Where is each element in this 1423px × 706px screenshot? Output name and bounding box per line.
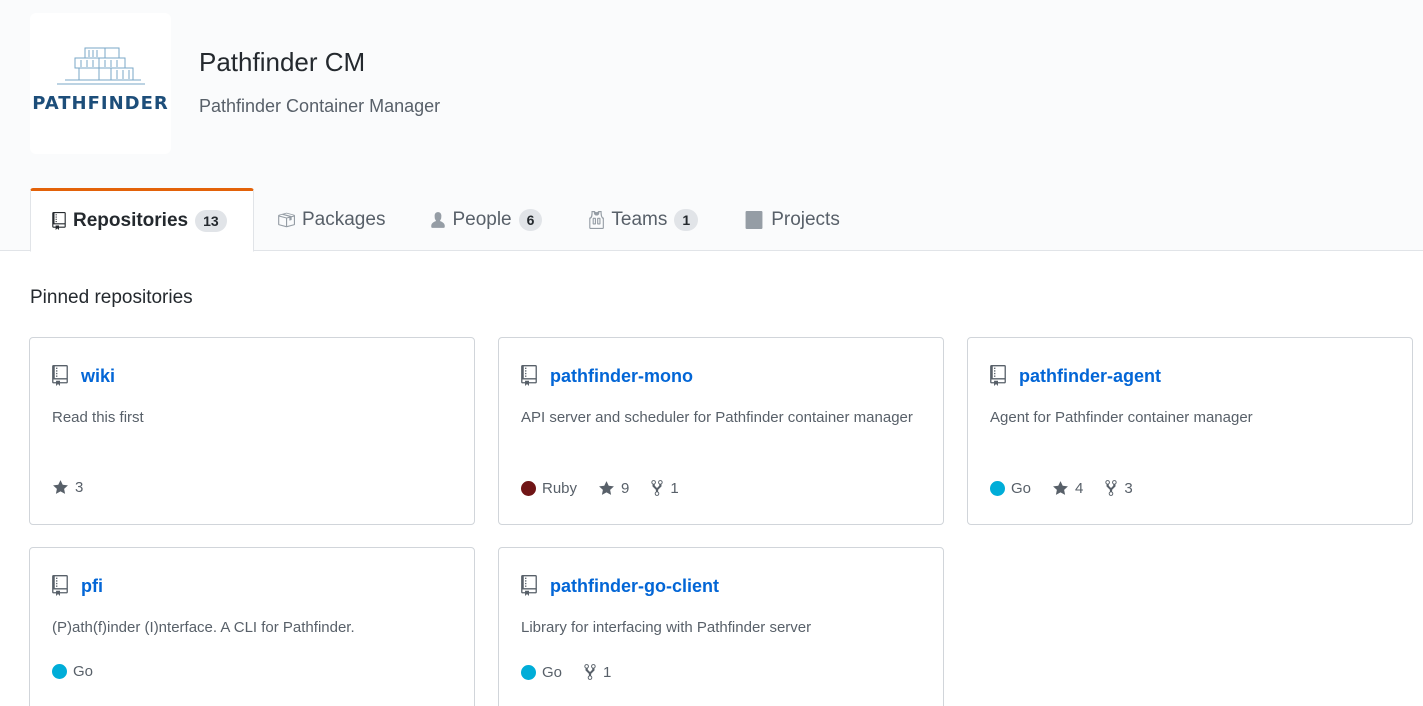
- tab-projects[interactable]: Projects: [721, 188, 863, 252]
- project-icon: [744, 211, 764, 229]
- repo-stars[interactable]: 9: [598, 480, 629, 497]
- repo-icon: [521, 365, 537, 391]
- tab-label: Packages: [302, 209, 386, 230]
- repo-forks[interactable]: 3: [1104, 479, 1133, 497]
- tab-label: Repositories: [73, 210, 189, 231]
- fork-icon: [1105, 480, 1117, 496]
- repo-language: Ruby: [521, 480, 577, 497]
- org-description: Pathfinder Container Manager: [199, 96, 441, 116]
- language-color-dot: [52, 664, 67, 679]
- org-avatar[interactable]: PATHFINDER: [30, 13, 171, 154]
- fork-icon: [651, 480, 663, 496]
- tab-counter: 13: [195, 210, 227, 232]
- tab-counter: 6: [518, 209, 543, 231]
- repo-name-link[interactable]: wiki: [81, 366, 115, 387]
- repo-description: (P)ath(f)inder (I)nterface. A CLI for Pa…: [52, 619, 355, 636]
- fork-count: 1: [603, 663, 612, 681]
- tab-label: People: [452, 209, 512, 230]
- tab-label: Projects: [771, 209, 840, 230]
- star-icon: [53, 480, 68, 494]
- repo-description: Agent for Pathfinder container manager: [990, 409, 1253, 426]
- container-stack-logo-icon: [57, 47, 145, 85]
- repo-description: Library for interfacing with Pathfinder …: [521, 619, 812, 636]
- tab-people[interactable]: People 6: [408, 188, 565, 252]
- repo-icon: [52, 365, 68, 391]
- repo-language: Go: [521, 664, 562, 681]
- repo-stars[interactable]: 4: [1052, 480, 1083, 497]
- repo-description: API server and scheduler for Pathfinder …: [521, 409, 913, 426]
- person-icon: [431, 211, 446, 229]
- star-count: 9: [621, 479, 630, 497]
- repo-meta: Go: [52, 663, 114, 680]
- tab-counter: 1: [674, 209, 699, 231]
- language-name: Ruby: [542, 479, 578, 497]
- language-color-dot: [521, 664, 536, 680]
- pinned-repositories-heading: Pinned repositories: [30, 287, 193, 308]
- repo-language: Go: [52, 663, 93, 680]
- org-tabs: Repositories 13 Packages People 6 Teams …: [30, 188, 863, 252]
- language-color-dot: [521, 480, 536, 496]
- repo-language: Go: [990, 480, 1031, 497]
- repo-stars[interactable]: 3: [52, 479, 83, 496]
- repo-icon: [52, 575, 68, 601]
- tab-label: Teams: [611, 209, 668, 230]
- repo-name-link[interactable]: pathfinder-go-client: [550, 576, 719, 597]
- repo-forks[interactable]: 1: [650, 479, 679, 497]
- star-count: 3: [75, 479, 84, 496]
- org-name: Pathfinder CM: [199, 47, 366, 77]
- star-count: 4: [1075, 479, 1084, 497]
- pinned-repo-card: pfi (P)ath(f)inder (I)nterface. A CLI fo…: [29, 547, 475, 706]
- fork-count: 3: [1124, 479, 1133, 497]
- tab-packages[interactable]: Packages: [254, 188, 408, 252]
- language-name: Go: [542, 663, 563, 681]
- pinned-repo-card: pathfinder-go-client Library for interfa…: [498, 547, 944, 706]
- repo-description: Read this first: [52, 409, 144, 426]
- repo-icon: [521, 575, 537, 601]
- repo-name-link[interactable]: pfi: [81, 576, 103, 597]
- tab-repositories[interactable]: Repositories 13: [30, 188, 254, 252]
- fork-icon: [584, 664, 596, 680]
- repo-forks[interactable]: 1: [583, 663, 611, 681]
- repo-icon: [990, 365, 1006, 391]
- jersey-icon: [588, 211, 605, 229]
- language-name: Go: [1011, 479, 1032, 497]
- repo-meta: 3: [52, 479, 104, 496]
- package-icon: [277, 211, 295, 229]
- language-color-dot: [990, 480, 1005, 496]
- star-icon: [599, 480, 614, 495]
- repo-icon: [52, 212, 66, 230]
- fork-count: 1: [670, 479, 679, 497]
- star-icon: [1053, 480, 1068, 495]
- repo-name-link[interactable]: pathfinder-mono: [550, 366, 693, 387]
- repo-name-link[interactable]: pathfinder-agent: [1019, 366, 1161, 387]
- language-name: Go: [73, 663, 94, 680]
- tab-teams[interactable]: Teams 1: [565, 188, 721, 252]
- logo-wordmark: PATHFINDER: [32, 93, 169, 114]
- repo-meta: Go 1: [521, 663, 632, 681]
- pinned-repo-card: pathfinder-agent Agent for Pathfinder co…: [967, 337, 1413, 525]
- repo-meta: Go 4 3: [990, 479, 1154, 497]
- repo-meta: Ruby 9 1: [521, 479, 700, 497]
- pinned-repo-card: pathfinder-mono API server and scheduler…: [498, 337, 944, 525]
- pinned-repo-card: wiki Read this first 3: [29, 337, 475, 525]
